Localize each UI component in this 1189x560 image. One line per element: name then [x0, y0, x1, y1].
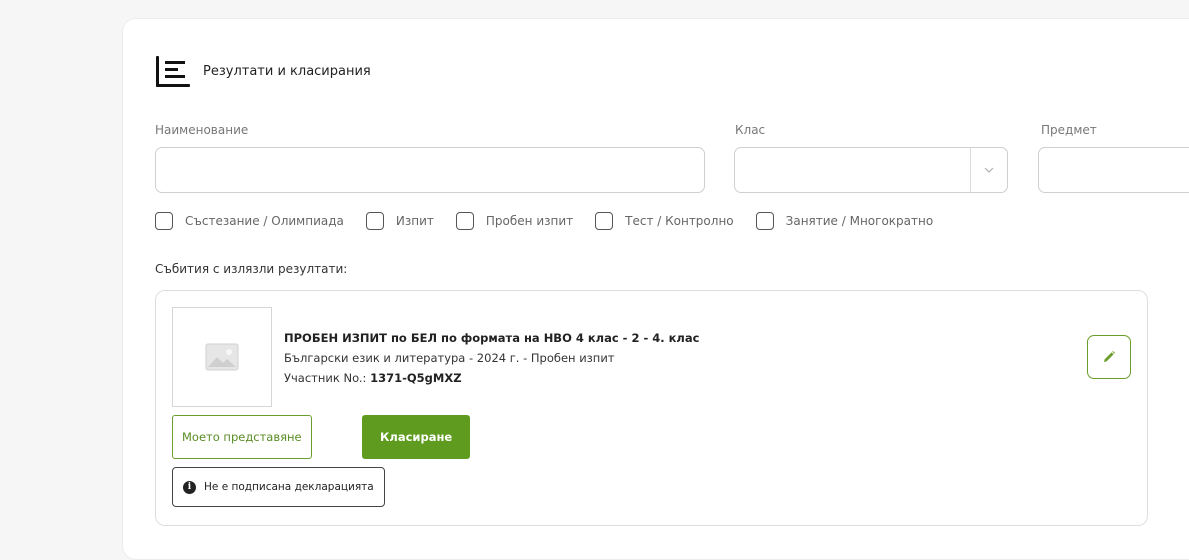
checkbox-lesson[interactable]: Занятие / Многократно: [755, 212, 933, 230]
checkbox-box[interactable]: [755, 212, 774, 230]
results-card: Резултати и класирания Наименование Клас…: [122, 18, 1189, 560]
name-input[interactable]: [155, 147, 705, 193]
events-heading: Събития с излязли резултати:: [155, 262, 348, 276]
name-label: Наименование: [155, 123, 249, 137]
event-card: ПРОБЕН ИЗПИТ по БЕЛ по формата на НВО 4 …: [155, 290, 1148, 526]
chevron-down-icon: [970, 148, 1007, 192]
checkbox-trial-exam[interactable]: Пробен изпит: [455, 212, 573, 230]
checkbox-box[interactable]: [595, 212, 614, 230]
event-type-filters: Състезание / Олимпиада Изпит Пробен изпи…: [155, 212, 955, 230]
chart-icon: [153, 53, 191, 89]
pencil-icon: [1104, 351, 1115, 362]
subject-select[interactable]: [1038, 147, 1189, 193]
event-subtitle: Български език и литература - 2024 г. - …: [284, 351, 615, 365]
class-label: Клас: [735, 123, 766, 137]
my-submission-button[interactable]: Моето представяне: [172, 415, 312, 459]
info-icon: i: [183, 480, 196, 494]
checkbox-box[interactable]: [155, 212, 173, 230]
subject-label: Предмет: [1041, 123, 1097, 137]
page-title: Резултати и класирания: [203, 63, 371, 79]
class-select[interactable]: [734, 147, 1008, 193]
ranking-button[interactable]: Класиране: [362, 415, 471, 459]
checkbox-exam[interactable]: Изпит: [365, 212, 434, 230]
edit-button[interactable]: [1087, 335, 1131, 379]
participant-id: 1371-Q5gMXZ: [370, 371, 462, 385]
checkbox-box[interactable]: [455, 212, 474, 230]
checkbox-competition[interactable]: Състезание / Олимпиада: [155, 212, 344, 230]
image-placeholder-icon: [172, 307, 272, 407]
section-header: Резултати и класирания: [153, 53, 371, 89]
checkbox-test[interactable]: Тест / Контролно: [595, 212, 734, 230]
event-title: ПРОБЕН ИЗПИТ по БЕЛ по формата на НВО 4 …: [284, 331, 700, 345]
declaration-status-badge[interactable]: i Не е подписана декларацията: [172, 467, 385, 507]
participant-number: Участник No.: 1371-Q5gMXZ: [284, 371, 462, 385]
checkbox-box[interactable]: [365, 212, 384, 230]
